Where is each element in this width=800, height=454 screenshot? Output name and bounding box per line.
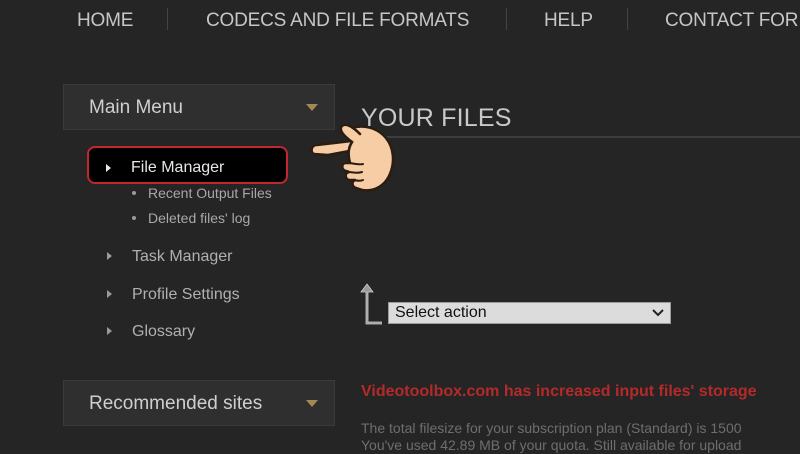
nav-codecs[interactable]: CODECS AND FILE FORMATS [206, 10, 469, 32]
nav-home[interactable]: HOME [77, 10, 133, 32]
sub-item-label: Deleted files' log [148, 210, 251, 226]
menu-item-task-manager[interactable]: Task Manager [107, 248, 233, 266]
title-divider [360, 136, 800, 138]
bullet-icon [132, 191, 136, 195]
menu-item-label: Glossary [132, 323, 196, 340]
quota-info-line: The total filesize for your subscription… [361, 420, 742, 436]
quota-info-line: You've used 42.89 MB of your quota. Stil… [361, 437, 742, 453]
sub-item-deleted-files-log[interactable]: Deleted files' log [132, 210, 251, 226]
caret-right-icon [107, 252, 112, 260]
menu-item-label: Profile Settings [132, 286, 240, 303]
sub-item-recent-output-files[interactable]: Recent Output Files [132, 185, 272, 201]
nav-separator [506, 8, 507, 30]
select-action-dropdown[interactable]: Select action [388, 302, 671, 324]
caret-right-icon [107, 327, 112, 335]
up-arrow-icon [360, 283, 382, 325]
chevron-down-icon [652, 303, 664, 329]
bullet-icon [132, 216, 136, 220]
chevron-down-icon [306, 104, 318, 111]
main-menu-title: Main Menu [89, 97, 183, 118]
nav-contact[interactable]: CONTACT FOR [665, 10, 798, 32]
quota-info: The total filesize for your subscription… [361, 420, 742, 454]
menu-item-label: Task Manager [132, 248, 233, 265]
select-action-value: Select action [395, 304, 487, 321]
recommended-sites-title: Recommended sites [89, 393, 263, 414]
pointer-hand-icon [310, 123, 395, 192]
storage-notice: Videotoolbox.com has increased input fil… [361, 383, 757, 400]
nav-help[interactable]: HELP [544, 10, 593, 32]
caret-right-icon [106, 164, 111, 172]
menu-item-file-manager[interactable]: File Manager [131, 159, 224, 177]
menu-item-glossary[interactable]: Glossary [107, 323, 196, 341]
recommended-sites-header[interactable]: Recommended sites [63, 380, 335, 426]
nav-separator [167, 8, 168, 30]
nav-separator [627, 8, 628, 30]
caret-right-icon [107, 290, 112, 298]
menu-item-profile-settings[interactable]: Profile Settings [107, 286, 240, 304]
top-nav: HOME CODECS AND FILE FORMATS HELP CONTAC… [0, 0, 800, 44]
main-menu-header[interactable]: Main Menu [63, 84, 335, 130]
sub-item-label: Recent Output Files [148, 185, 272, 201]
chevron-down-icon [306, 400, 318, 407]
